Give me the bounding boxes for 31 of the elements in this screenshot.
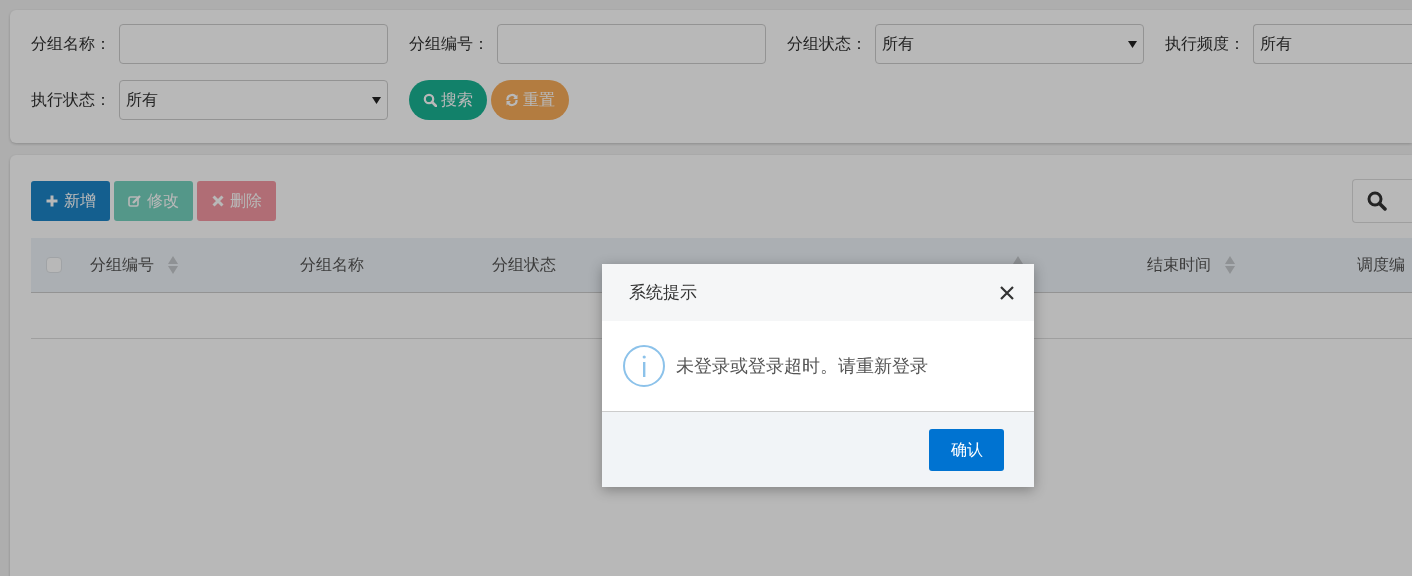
column-header[interactable]: 分组名称 [300, 253, 364, 277]
dropdown-arrow-icon [372, 96, 381, 106]
select-field[interactable]: 所有 [875, 24, 1144, 64]
column-header[interactable]: 调度编 [1357, 253, 1405, 277]
dropdown-arrow-icon [1128, 40, 1137, 50]
input-field[interactable] [497, 24, 766, 64]
sort-icon[interactable] [1225, 255, 1235, 275]
field-label: 执行频度： [1165, 34, 1246, 54]
select-field[interactable]: 所有 [1253, 24, 1412, 64]
select-field[interactable]: 所有 [119, 80, 388, 120]
search-icon [423, 93, 437, 107]
search-button[interactable] [1352, 179, 1412, 223]
field-label: 执行状态： [31, 90, 112, 110]
info-icon [622, 344, 666, 388]
add-button[interactable]: 新增 [31, 181, 110, 221]
field-label: 分组名称： [31, 34, 112, 54]
sort-icon[interactable] [168, 255, 178, 275]
dialog-message: 未登录或登录超时。请重新登录 [676, 354, 928, 378]
dialog-title: 系统提示 [629, 281, 697, 304]
field-label: 分组编号： [409, 34, 490, 54]
column-header[interactable]: 分组状态 [492, 253, 556, 277]
input-field[interactable] [119, 24, 388, 64]
select-all-checkbox[interactable] [46, 257, 62, 273]
confirm-button[interactable]: 确认 [929, 428, 1004, 471]
refresh-icon [505, 93, 519, 107]
field-label: 分组状态： [787, 34, 868, 54]
column-header[interactable]: 分组编号 [90, 253, 154, 277]
plus-icon [45, 194, 59, 208]
column-header[interactable]: 结束时间 [1147, 253, 1211, 277]
close-icon[interactable] [1000, 285, 1014, 300]
search-icon [1367, 191, 1387, 211]
